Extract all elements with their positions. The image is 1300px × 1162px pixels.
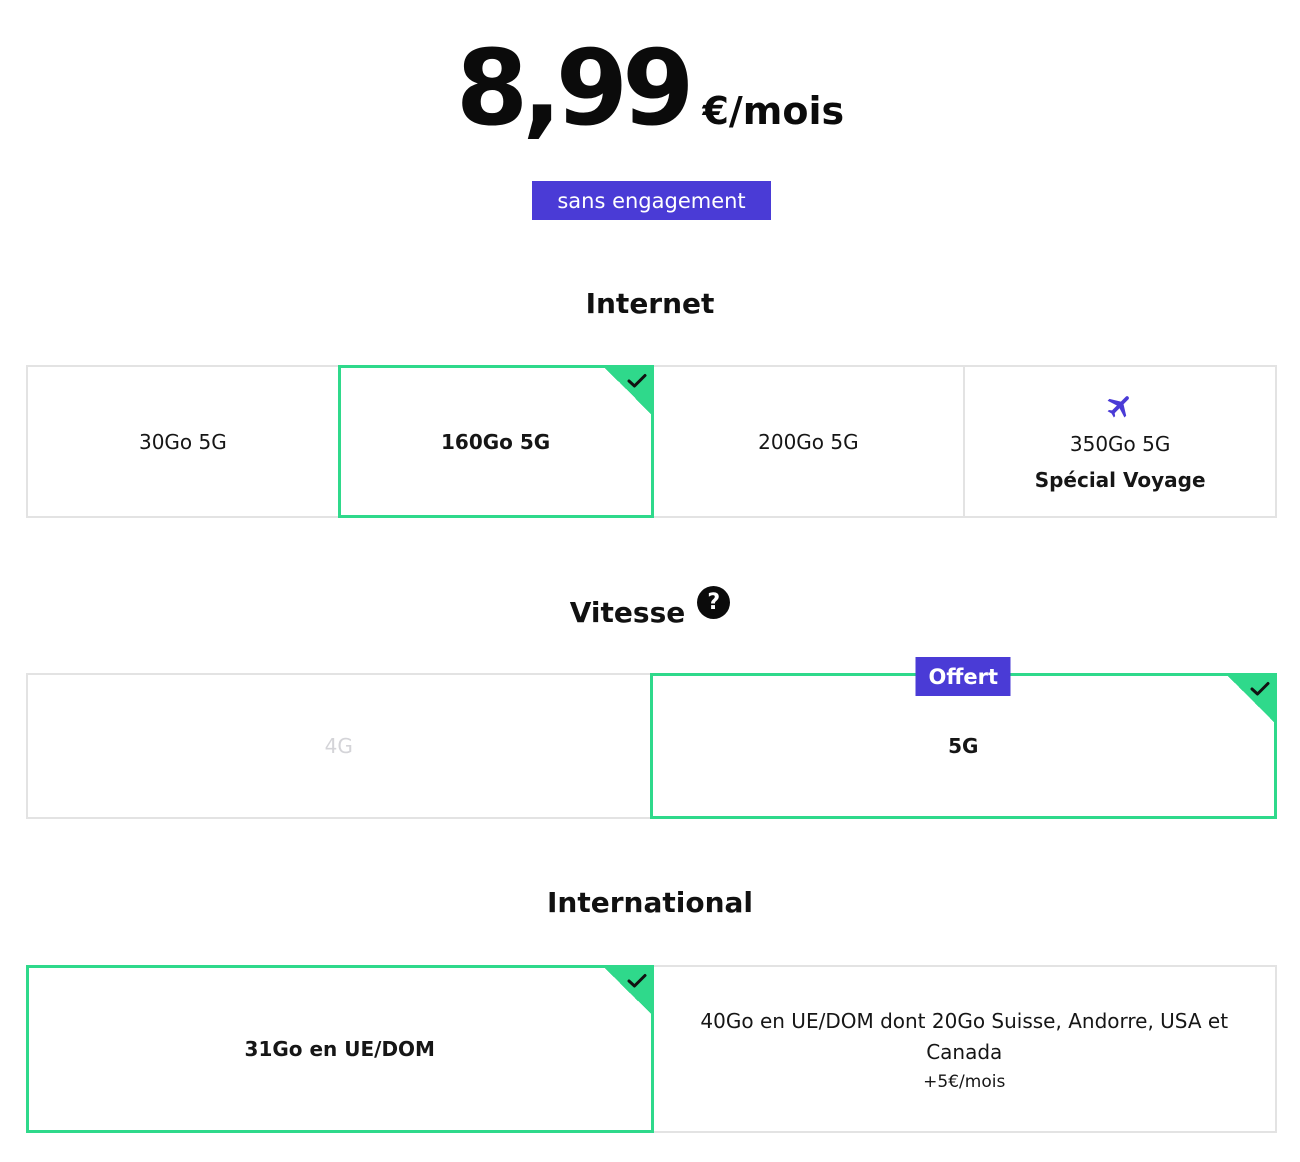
option-label: 200Go 5G (758, 429, 859, 454)
check-icon (604, 968, 651, 1014)
no-commitment-badge: sans engagement (532, 181, 771, 220)
price-display: 8,99 €/mois (0, 36, 1300, 140)
help-icon[interactable]: ? (697, 586, 731, 619)
option-label: 160Go 5G (441, 429, 551, 454)
check-icon (604, 368, 651, 414)
check-icon (1228, 676, 1274, 722)
international-options: 31Go en UE/DOM 40Go en UE/DOM dont 20Go … (26, 965, 1277, 1133)
internet-option-350go-travel[interactable]: 350Go 5G Spécial Voyage (963, 365, 1277, 518)
offer-badge: Offert (915, 657, 1011, 696)
internet-option-30go[interactable]: 30Go 5G (26, 365, 340, 518)
internet-option-160go[interactable]: 160Go 5G (337, 365, 654, 518)
international-option-40go[interactable]: 40Go en UE/DOM dont 20Go Suisse, Andorre… (651, 965, 1277, 1133)
plane-icon (1105, 391, 1135, 426)
option-label: 40Go en UE/DOM dont 20Go Suisse, Andorre… (700, 1009, 1229, 1064)
vitesse-heading: Vitesse ? (0, 586, 1300, 629)
international-option-31go[interactable]: 31Go en UE/DOM (26, 965, 654, 1133)
option-label: 30Go 5G (138, 429, 227, 454)
international-section-title: International (546, 886, 753, 919)
option-label: 31Go en UE/DOM (244, 1037, 435, 1061)
internet-option-200go[interactable]: 200Go 5G (651, 365, 966, 518)
vitesse-option-5g[interactable]: Offert 5G (649, 657, 1277, 819)
vitesse-section-title: Vitesse (569, 596, 686, 629)
price-unit: €/mois (702, 89, 845, 133)
option-price-extra: +5€/mois (923, 1072, 1006, 1092)
option-label: 4G (324, 734, 353, 758)
internet-options: 30Go 5G 160Go 5G 200Go 5G 350Go 5G Spéci… (26, 365, 1277, 518)
internet-section-title: Internet (585, 287, 715, 320)
vitesse-option-4g: 4G (26, 673, 652, 819)
price-amount: 8,99 (455, 27, 695, 149)
vitesse-options: 4G Offert 5G (26, 657, 1277, 819)
option-label: 350Go 5G (1069, 432, 1171, 456)
option-label: 5G (948, 734, 979, 758)
option-sublabel: Spécial Voyage (1034, 468, 1206, 492)
